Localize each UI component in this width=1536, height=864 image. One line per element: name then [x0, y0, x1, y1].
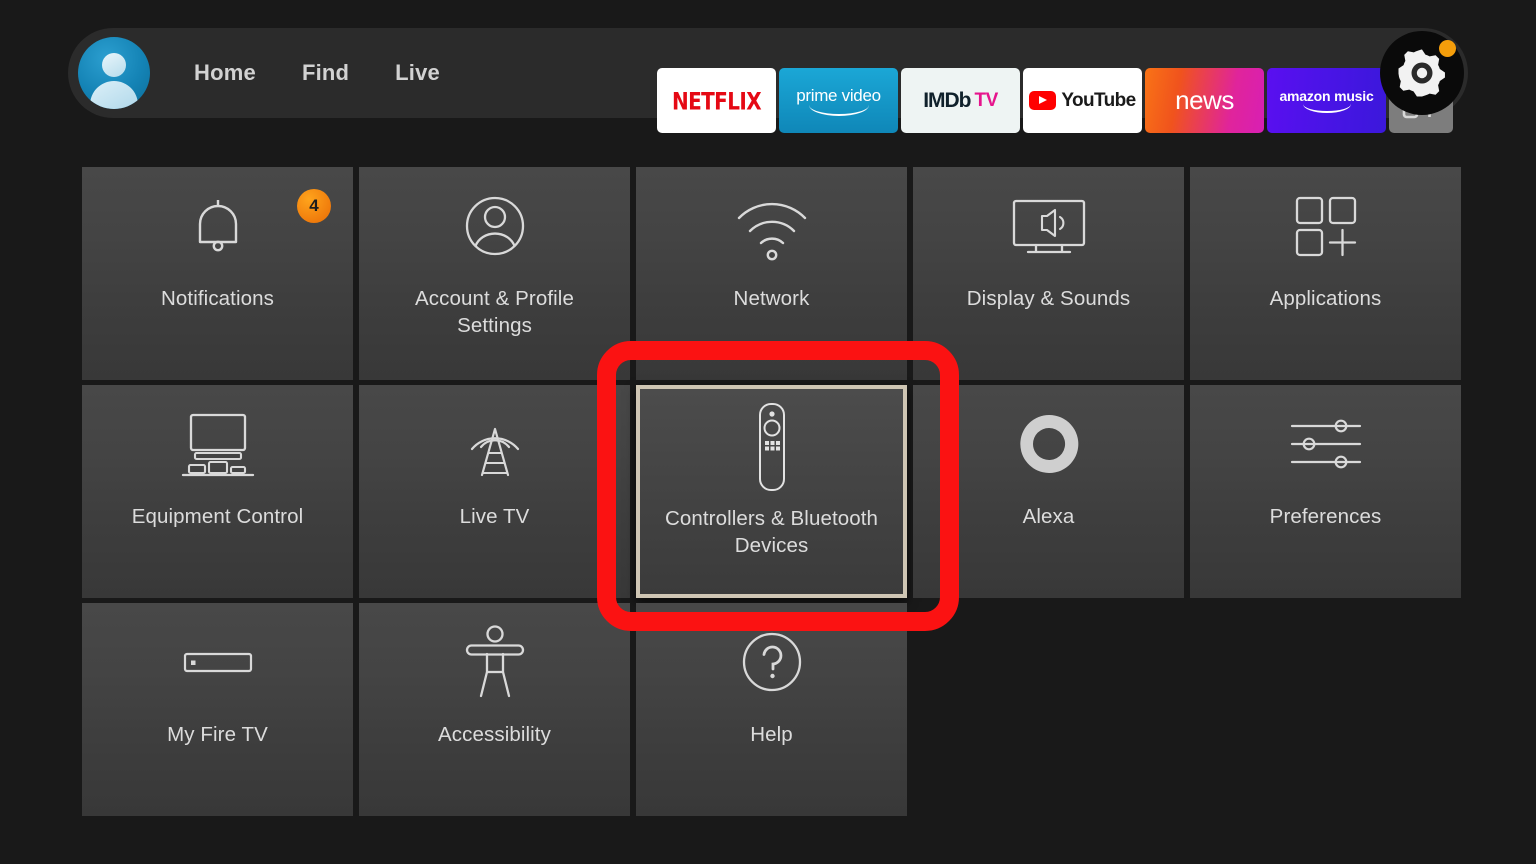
app-shortcut-youtube[interactable]: YouTube	[1023, 68, 1142, 133]
accessibility-person-icon-wrap	[359, 603, 630, 721]
tile-label: Accessibility	[438, 723, 551, 746]
app-shortcut-imdb-tv[interactable]: IMDb TV	[901, 68, 1020, 133]
avatar[interactable]	[78, 37, 150, 109]
tile-alexa[interactable]: Alexa	[913, 385, 1184, 598]
question-circle-icon-wrap	[636, 603, 907, 721]
tile-my-fire-tv[interactable]: My Fire TV	[82, 603, 353, 816]
top-navigation-bar: Home Find Live NETFLIX prime video IMDb …	[68, 28, 1468, 133]
tile-label: Account & Profile Settings	[415, 287, 574, 337]
notifications-badge: 4	[297, 189, 331, 223]
tile-label: Controllers & Bluetooth Devices	[664, 507, 879, 557]
sliders-icon-wrap	[1190, 385, 1461, 503]
settings-tile-grid: 4 Notifications Account & Profile Settin…	[82, 167, 1461, 816]
tile-label: Applications	[1269, 287, 1382, 310]
nav-item-find[interactable]: Find	[302, 60, 349, 86]
person-circle-icon	[465, 196, 524, 256]
bell-icon-wrap	[82, 167, 353, 285]
tile-label: Equipment Control	[131, 505, 304, 528]
tile-label: Preferences	[1269, 505, 1382, 528]
news-wordmark: news	[1175, 85, 1234, 115]
tv-stand-icon	[181, 413, 254, 477]
netflix-wordmark: NETFLIX	[671, 86, 762, 115]
app-shortcuts: NETFLIX prime video IMDb TV YouTube news…	[657, 68, 1453, 133]
wifi-icon-wrap	[636, 167, 907, 285]
tile-live-tv[interactable]: Live TV	[359, 385, 630, 598]
tile-equipment-control[interactable]: Equipment Control	[82, 385, 353, 598]
tile-notifications[interactable]: 4 Notifications	[82, 167, 353, 380]
tile-controllers-bluetooth-devices[interactable]: Controllers & Bluetooth Devices	[636, 385, 907, 598]
amazon-smile-icon	[808, 105, 869, 116]
tile-label: Help	[750, 723, 793, 746]
wifi-icon	[737, 202, 806, 261]
antenna-tower-icon-wrap	[359, 385, 630, 503]
gear-icon	[1398, 49, 1445, 97]
alexa-ring-icon-wrap	[913, 385, 1184, 503]
tile-preferences[interactable]: Preferences	[1190, 385, 1461, 598]
app-squares-plus-icon	[1295, 196, 1356, 257]
app-shortcut-netflix[interactable]: NETFLIX	[657, 68, 776, 133]
youtube-wordmark: YouTube	[1061, 89, 1136, 111]
app-squares-plus-icon-wrap	[1190, 167, 1461, 285]
nav-item-live[interactable]: Live	[395, 60, 440, 86]
app-shortcut-amazon-music[interactable]: amazon music	[1267, 68, 1386, 133]
tile-label: Alexa	[1022, 505, 1075, 528]
notification-dot	[1439, 40, 1456, 57]
antenna-tower-icon	[470, 427, 519, 477]
nav-item-home[interactable]: Home	[194, 60, 256, 86]
tile-label: Network	[733, 287, 810, 310]
avatar-head	[102, 53, 126, 77]
tv-speaker-icon	[1012, 199, 1085, 254]
fire-tv-stick-icon	[183, 652, 252, 673]
amazon-music-wordmark: amazon music	[1279, 88, 1374, 104]
tv-stand-icon-wrap	[82, 385, 353, 503]
app-shortcut-news[interactable]: news	[1145, 68, 1264, 133]
tile-account-profile-settings[interactable]: Account & Profile Settings	[359, 167, 630, 380]
tile-label: Notifications	[161, 287, 274, 310]
alexa-ring-icon	[1019, 414, 1078, 473]
imdb-wordmark: IMDb	[923, 88, 971, 112]
app-shortcut-prime-video[interactable]: prime video	[779, 68, 898, 133]
grid-empty-cell	[913, 603, 1184, 816]
imdb-tv-suffix: TV	[974, 89, 999, 111]
tile-network[interactable]: Network	[636, 167, 907, 380]
youtube-play-icon	[1029, 91, 1057, 110]
accessibility-person-icon	[465, 625, 524, 698]
fire-tv-stick-icon-wrap	[82, 603, 353, 721]
tile-applications[interactable]: Applications	[1190, 167, 1461, 380]
prime-video-wordmark: prime video	[796, 85, 881, 105]
remote-control-icon	[758, 403, 785, 491]
tile-accessibility[interactable]: Accessibility	[359, 603, 630, 816]
remote-control-icon-wrap	[640, 389, 903, 505]
sliders-icon	[1290, 419, 1361, 469]
tile-label: My Fire TV	[167, 723, 268, 746]
settings-button[interactable]	[1380, 31, 1464, 115]
person-circle-icon-wrap	[359, 167, 630, 285]
tile-help[interactable]: Help	[636, 603, 907, 816]
fire-tv-settings-screen: Home Find Live NETFLIX prime video IMDb …	[0, 0, 1536, 864]
tile-display-sounds[interactable]: Display & Sounds	[913, 167, 1184, 380]
grid-empty-cell	[1190, 603, 1461, 816]
nav-links: Home Find Live	[194, 28, 440, 118]
tile-label: Live TV	[459, 505, 530, 528]
bell-icon	[198, 200, 237, 252]
amazon-smile-icon	[1302, 104, 1351, 113]
avatar-body	[90, 81, 138, 109]
tile-label: Display & Sounds	[966, 287, 1131, 310]
tv-speaker-icon-wrap	[913, 167, 1184, 285]
question-circle-icon	[742, 632, 801, 692]
